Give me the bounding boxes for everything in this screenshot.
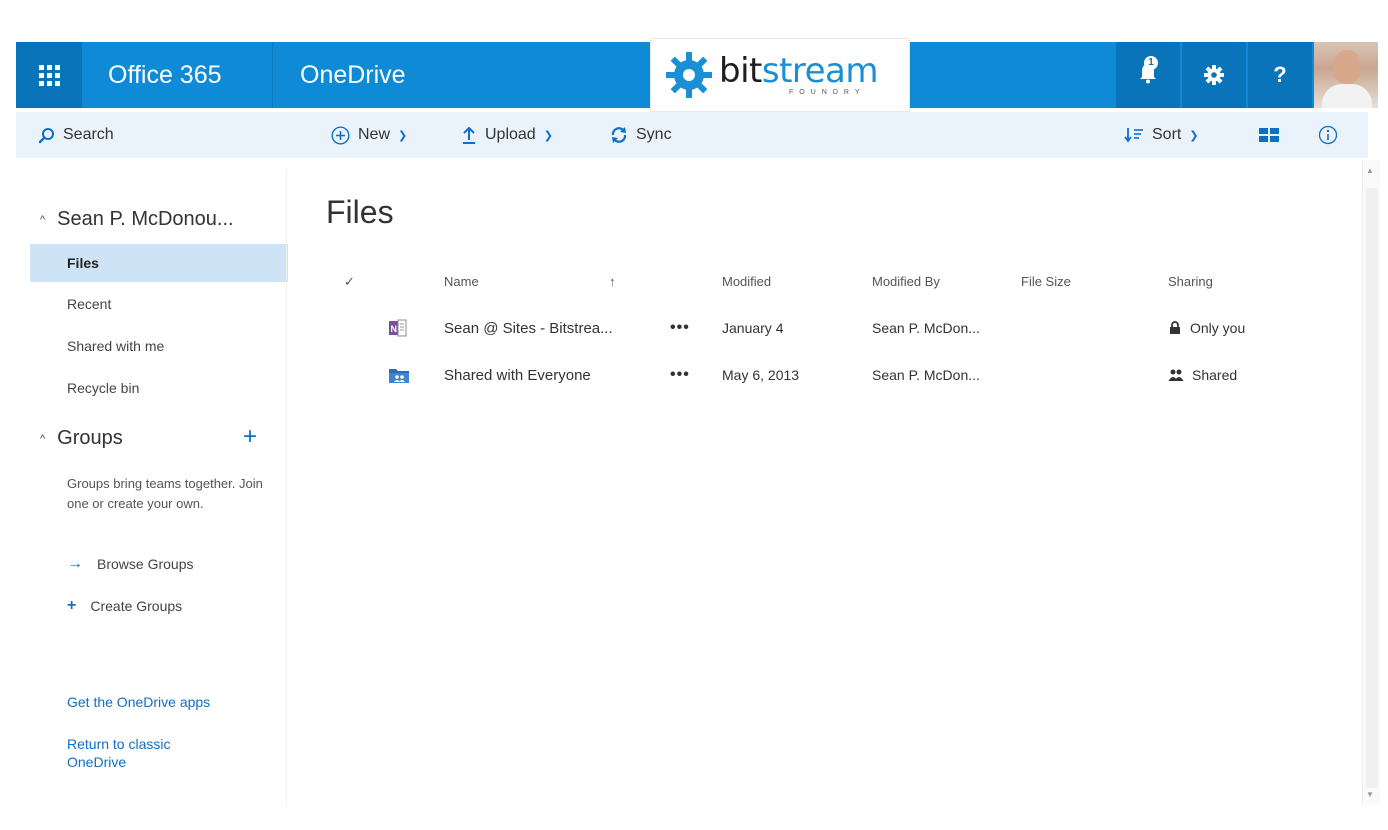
browse-groups-link[interactable]: → Browse Groups [67,555,193,573]
plus-icon: + [67,597,77,614]
lock-icon [1170,321,1180,334]
notification-count-badge: 1 [1144,55,1158,70]
logo-word-part1: bit [719,51,762,91]
chevron-down-icon: ❯ [543,129,553,142]
return-classic-link[interactable]: Return to classic OneDrive [67,735,207,771]
scroll-down-arrow-icon[interactable]: ▼ [1366,790,1374,799]
upload-icon [461,126,477,144]
upload-button[interactable]: Upload ❯ [461,112,553,158]
user-avatar[interactable] [1314,42,1378,108]
notifications-button[interactable]: 1 [1116,42,1180,108]
file-name[interactable]: Shared with Everyone [444,352,591,398]
scrollbar-thumb[interactable] [1366,188,1378,788]
create-groups-label: Create Groups [90,598,183,614]
people-icon [1168,369,1184,381]
column-header-sharing[interactable]: Sharing [1168,274,1213,289]
help-button[interactable]: ? [1248,42,1312,108]
sort-button[interactable]: Sort ❯ [1124,112,1199,158]
shared-folder-icon [388,352,410,398]
new-button[interactable]: New ❯ [331,112,407,158]
tiles-view-icon [1259,128,1279,142]
new-label: New [358,126,391,143]
search-box[interactable]: Search [38,112,114,158]
app-launcher-button[interactable] [16,42,82,108]
file-modified: May 6, 2013 [722,367,800,383]
onenote-notebook-icon: N [388,305,408,351]
file-modified-by[interactable]: Sean P. McDon... [872,352,980,398]
nav-item-recent[interactable]: Recent [30,285,288,323]
chevron-down-icon: ❯ [1189,129,1199,142]
chevron-down-icon: ❯ [398,129,408,142]
more-options-button[interactable]: ••• [670,352,690,398]
vertical-scrollbar[interactable]: ▲ ▼ [1362,160,1380,805]
scroll-up-arrow-icon[interactable]: ▲ [1366,166,1374,175]
user-name: Sean P. McDonou... [57,208,234,230]
sharing-status[interactable]: Only you [1168,305,1245,351]
browse-groups-label: Browse Groups [97,556,194,572]
ellipsis-icon: ••• [670,366,690,383]
suite-bar: Office 365 OneDrive bitstream FOUNDRY 1 … [16,38,1378,112]
add-group-button[interactable]: + [243,423,257,451]
more-options-button[interactable]: ••• [670,305,690,351]
nav-item-files[interactable]: Files [30,244,288,282]
groups-heading: Groups [57,427,123,449]
table-row[interactable]: Shared with Everyone ••• May 6, 2013 Sea… [330,352,1330,398]
suite-divider [272,42,273,108]
svg-text:N: N [391,324,398,334]
groups-description: Groups bring teams together. Join one or… [67,476,263,511]
company-logo[interactable]: bitstream FOUNDRY [650,38,910,112]
file-name[interactable]: Sean @ Sites - Bitstrea... [444,305,613,351]
gear-logo-icon [666,52,712,98]
info-button[interactable] [1318,112,1338,158]
create-groups-link[interactable]: + Create Groups [67,597,182,615]
page-title: Files [326,194,394,230]
ellipsis-icon: ••• [670,319,690,336]
file-modified: January 4 [722,320,784,336]
groups-section-toggle[interactable]: ^ Groups [40,427,123,450]
logo-word-part2: stream [761,51,879,91]
sync-icon [610,126,628,144]
column-header-file-size[interactable]: File Size [1021,274,1071,289]
chevron-up-icon: ^ [40,432,46,445]
search-label: Search [63,126,114,143]
nav-item-shared-with-me[interactable]: Shared with me [30,327,288,365]
waffle-grid-icon [38,64,60,86]
info-icon [1318,125,1338,145]
sharing-label: Only you [1190,320,1246,336]
sync-button[interactable]: Sync [610,112,672,158]
settings-button[interactable] [1182,42,1246,108]
search-icon [38,127,55,144]
sharing-status[interactable]: Shared [1168,352,1237,398]
plus-icon: + [243,423,258,450]
column-header-modified[interactable]: Modified [722,274,771,289]
sort-label: Sort [1152,126,1182,143]
logo-subtext: FOUNDRY [789,89,866,96]
file-modified-by[interactable]: Sean P. McDon... [872,305,980,351]
nav-item-recycle-bin[interactable]: Recycle bin [30,369,288,407]
suite-name-link[interactable]: Office 365 [108,42,222,108]
view-switcher-button[interactable] [1258,112,1280,158]
column-header-name[interactable]: Name [444,274,479,289]
sharing-label: Shared [1192,367,1238,383]
sort-ascending-icon: ↑ [609,274,616,289]
plus-circle-icon [331,125,350,145]
gear-icon [1204,65,1224,85]
nav-divider [286,170,287,805]
sync-label: Sync [636,126,672,143]
get-apps-link[interactable]: Get the OneDrive apps [67,693,210,711]
logo-wordmark: bitstream FOUNDRY [719,51,879,96]
upload-label: Upload [485,126,536,143]
sort-icon [1124,127,1144,143]
chevron-up-icon: ^ [40,213,46,226]
user-section-toggle[interactable]: ^ Sean P. McDonou... [40,208,234,231]
select-all-checkbox[interactable]: ✓ [344,274,355,290]
question-mark-icon: ? [1273,62,1287,87]
app-name-link[interactable]: OneDrive [300,42,406,108]
table-row[interactable]: N Sean @ Sites - Bitstrea... ••• January… [330,305,1330,351]
command-bar: Search New ❯ Upload ❯ Sync Sort ❯ [16,112,1368,158]
column-header-modified-by[interactable]: Modified By [872,274,940,289]
arrow-right-icon: → [67,555,83,572]
